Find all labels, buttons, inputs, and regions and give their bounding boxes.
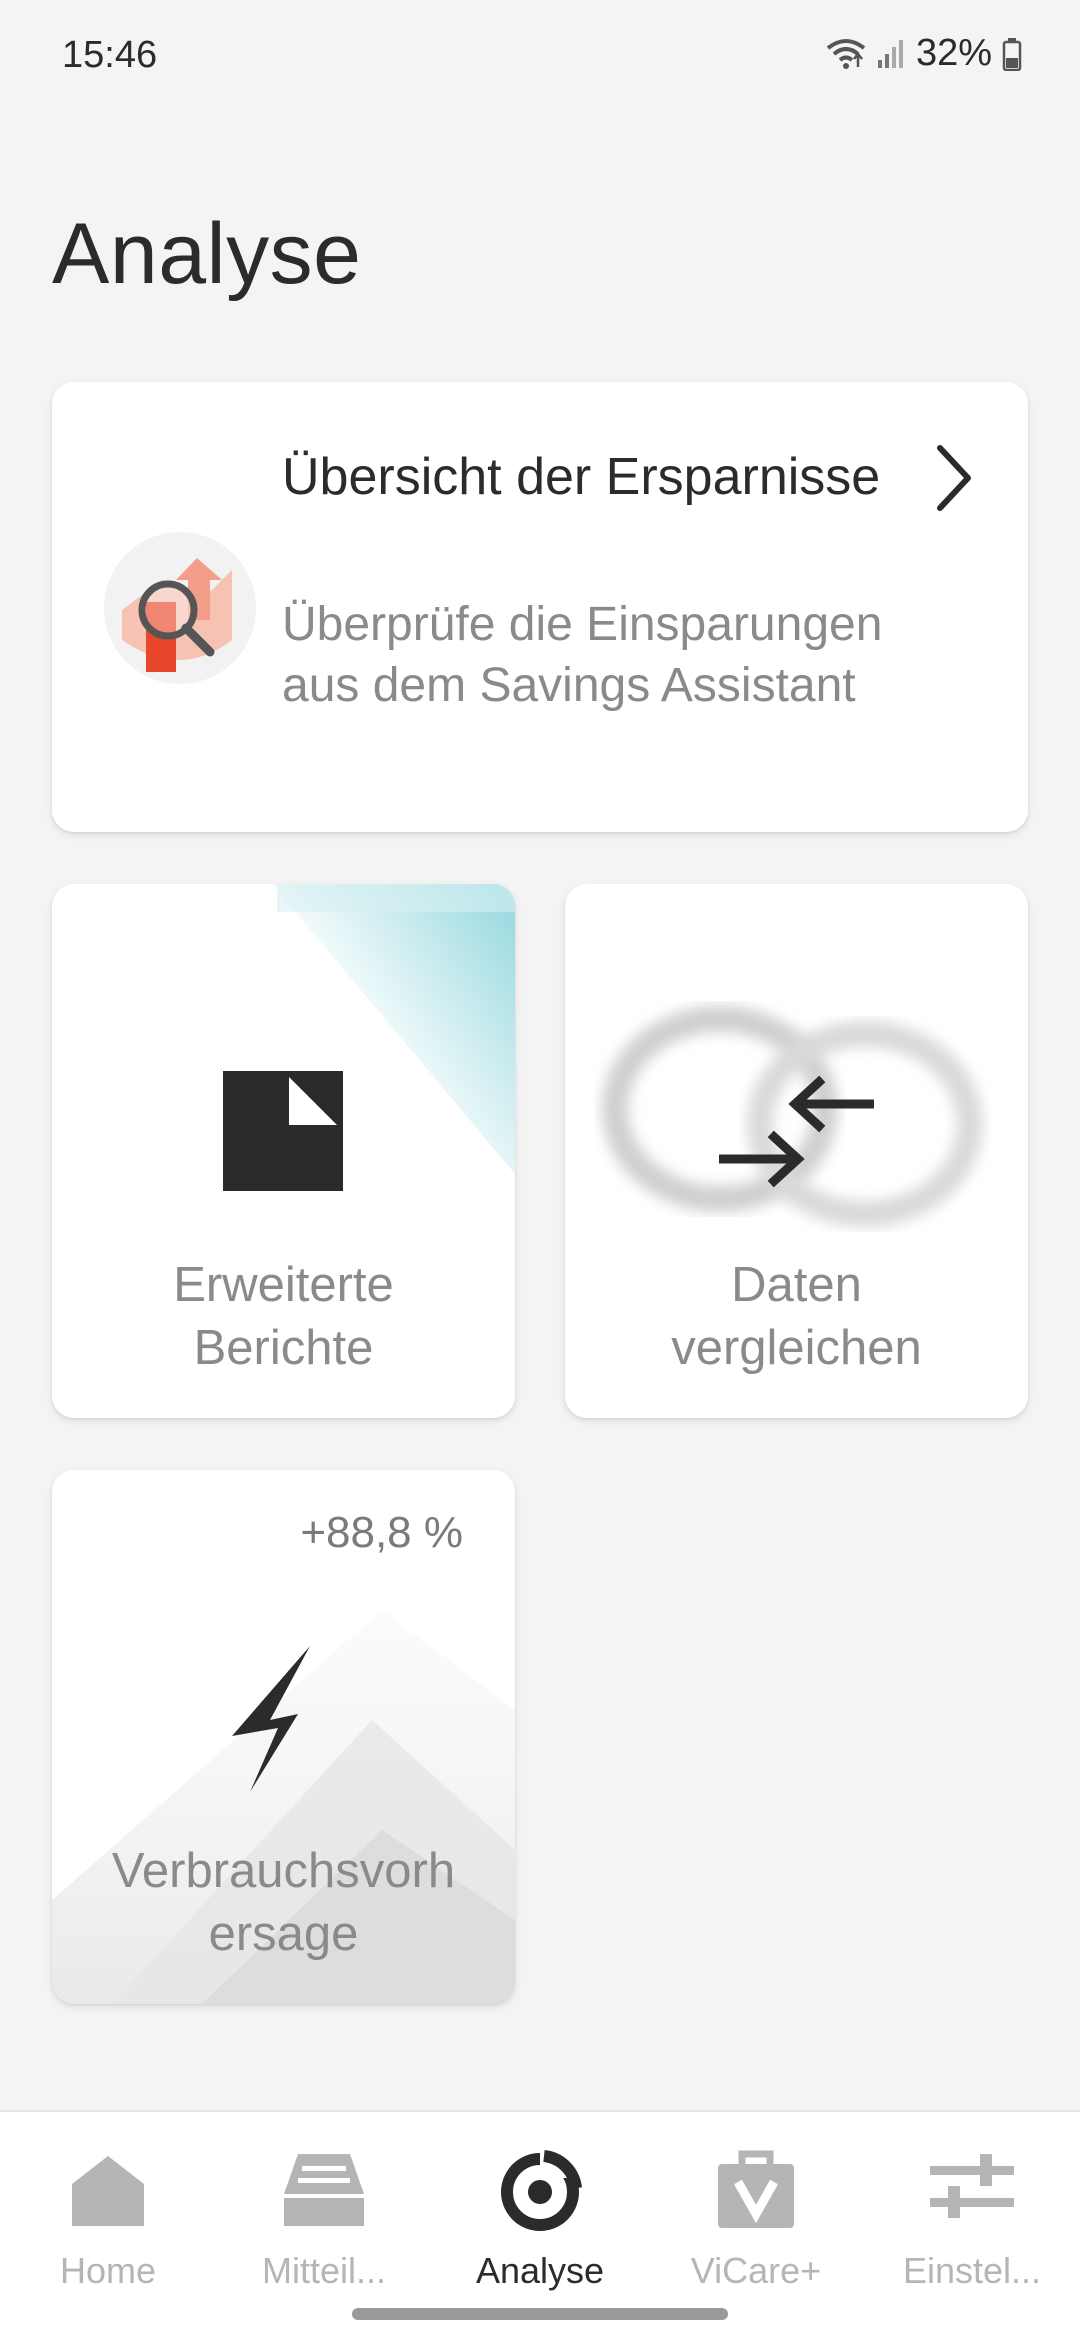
- analysis-icon: [501, 2148, 582, 2231]
- savings-card-title: Übersicht der Ersparnisse: [282, 448, 881, 506]
- signal-icon: [877, 39, 903, 68]
- status-time: 15:46: [62, 34, 158, 76]
- vicare-bag-icon: [718, 2150, 794, 2228]
- consumption-forecast-tile[interactable]: +88,8 % Verbrauchsvorhersage: [52, 1470, 515, 2004]
- savings-overview-card[interactable]: Übersicht der Ersparnisse Überprüfe die …: [52, 382, 1028, 832]
- battery-icon: [1002, 37, 1022, 71]
- compare-data-tile[interactable]: Daten vergleichen: [565, 884, 1028, 1418]
- nav-label-analysis: Analyse: [475, 2250, 605, 2291]
- nav-label-settings: Einstel...: [902, 2250, 1042, 2291]
- chevron-right-icon: [937, 445, 971, 511]
- consumption-forecast-text: Verbrauchsvorhersage: [111, 1844, 456, 1961]
- sliders-icon: [930, 2154, 1014, 2218]
- nav-label-vicare-plus: ViCare+: [690, 2250, 822, 2291]
- nav-item-analysis[interactable]: Analyse: [432, 2112, 648, 2312]
- nav-item-messages[interactable]: Mitteil...: [216, 2112, 432, 2312]
- savings-magnifier-icon: [104, 532, 256, 684]
- battery-percentage: 32%: [915, 32, 992, 74]
- forecast-change-badge: +88,8 %: [300, 1508, 463, 1557]
- consumption-forecast-label: Verbrauchsvorhersage: [52, 1840, 515, 1966]
- nav-item-home[interactable]: Home: [0, 2112, 216, 2312]
- compare-arrows-icon: [719, 1075, 874, 1188]
- nav-item-settings[interactable]: Einstel...: [864, 2112, 1080, 2312]
- page-title: Analyse: [52, 206, 362, 302]
- savings-card-subtitle: Überprüfe die Einsparungen aus dem Savin…: [282, 598, 883, 712]
- nav-label-home: Home: [59, 2250, 157, 2291]
- status-bar: 15:46 32%: [0, 0, 1080, 110]
- analysis-screen: 15:46 32% Analyse Übersicht der Ersparni…: [0, 0, 1080, 2340]
- compare-data-label: Daten vergleichen: [671, 1258, 922, 1375]
- nav-label-messages: Mitteil...: [261, 2250, 386, 2291]
- inbox-icon: [284, 2154, 364, 2226]
- wifi-icon: [826, 38, 866, 69]
- nav-item-vicare-plus[interactable]: ViCare+: [648, 2112, 864, 2312]
- status-icons: 32%: [826, 32, 1022, 75]
- bottom-navigation: Home Mitteil... Analyse ViCare+ Einstel.…: [0, 2110, 1080, 2340]
- home-indicator[interactable]: [352, 2308, 728, 2320]
- lightning-icon: [232, 1646, 310, 1792]
- report-icon: [223, 1071, 343, 1191]
- extended-reports-label: Erweiterte Berichte: [173, 1258, 394, 1375]
- extended-reports-tile[interactable]: Erweiterte Berichte: [52, 884, 515, 1418]
- home-icon: [72, 2156, 144, 2226]
